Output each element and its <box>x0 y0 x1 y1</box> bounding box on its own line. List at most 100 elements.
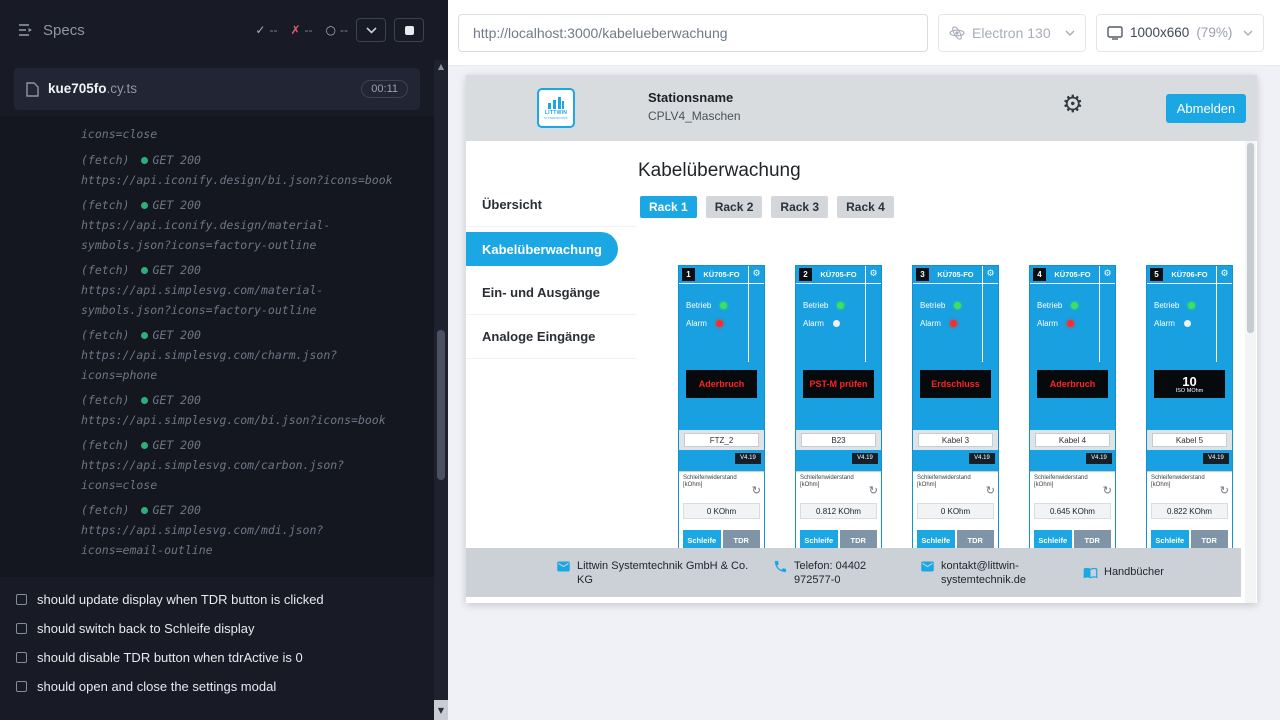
tdr-button[interactable]: TDR <box>957 530 995 548</box>
log-line[interactable]: icons=close <box>81 124 394 144</box>
alarm-indicator: Alarm <box>920 318 998 328</box>
schleife-button[interactable]: Schleife <box>800 530 838 548</box>
tdr-button[interactable]: TDR <box>723 530 761 548</box>
settings-gear-icon[interactable]: ⚙ <box>1062 92 1084 116</box>
tab-rack-1[interactable]: Rack 1 <box>640 196 697 218</box>
betrieb-indicator: Betrieb <box>920 300 998 310</box>
scroll-up-icon[interactable]: ▲ <box>434 62 448 71</box>
footer-company[interactable]: Littwin Systemtechnik GmbH & Co. KG <box>556 559 755 587</box>
log-entry[interactable]: (fetch)GET 200 https://api.iconify.desig… <box>81 150 394 190</box>
sidebar-item-kabelueberwachung[interactable]: Kabelüberwachung <box>466 232 618 266</box>
schleife-button[interactable]: Schleife <box>1034 530 1072 548</box>
scroll-down-icon[interactable]: ▼ <box>434 700 448 720</box>
device-gear-icon[interactable]: ⚙ <box>986 270 994 279</box>
chevron-down-icon <box>366 27 377 34</box>
cable-name-row: B23 <box>796 430 881 450</box>
scrollbar-thumb[interactable] <box>1247 143 1254 333</box>
test-item[interactable]: should open and close the settings modal <box>0 672 434 701</box>
tdr-button[interactable]: TDR <box>1074 530 1112 548</box>
device-gear-icon[interactable]: ⚙ <box>1103 270 1111 279</box>
device-gear-icon[interactable]: ⚙ <box>752 270 760 279</box>
refresh-icon[interactable]: ↻ <box>1220 485 1229 496</box>
schleife-button[interactable]: Schleife <box>683 530 721 548</box>
version-row: V4.19 <box>679 450 764 466</box>
log-entry[interactable]: (fetch)GET 200 https://api.iconify.desig… <box>81 195 394 255</box>
sidebar-item-ein-und-ausgaenge[interactable]: Ein- und Ausgänge <box>466 271 636 315</box>
electron-icon <box>949 25 965 41</box>
status-dot <box>141 267 148 274</box>
aut-viewport: LITTWIN SYSTEMTECHNIK Stationsname CPLV4… <box>448 66 1280 603</box>
stop-button[interactable] <box>394 18 424 42</box>
schleife-button[interactable]: Schleife <box>1151 530 1189 548</box>
device-number: 1 <box>682 268 695 281</box>
status-dot <box>141 157 148 164</box>
url-input[interactable]: http://localhost:3000/kabelueberwachung <box>458 14 928 52</box>
device-card: 1KÜ705-FO⚙ Betrieb Alarm Aderbruch FTZ_2… <box>678 265 765 548</box>
zoom-level: (79%) <box>1196 25 1232 40</box>
test-item[interactable]: should update display when TDR button is… <box>0 585 434 614</box>
book-icon <box>1083 565 1098 580</box>
viewport-selector[interactable]: 1000x660 (79%) <box>1096 14 1264 52</box>
runner-scrollbar[interactable]: ▲ ▼ <box>434 60 448 720</box>
status-display: PST-M prüfen <box>803 370 874 398</box>
scrollbar-thumb[interactable] <box>437 330 445 480</box>
measurement-panel: Schleifenwiderstand [kOhm] ↻ 0.822 KOhm … <box>1147 471 1232 548</box>
measurement-label: Schleifenwiderstand [kOhm] <box>917 475 983 489</box>
betrieb-indicator: Betrieb <box>1154 300 1232 310</box>
logout-button[interactable]: Abmelden <box>1166 94 1246 123</box>
device-gear-icon[interactable]: ⚙ <box>869 270 877 279</box>
device-number: 5 <box>1150 268 1163 281</box>
browser-selector[interactable]: Electron 130 <box>938 14 1086 52</box>
tab-rack-2[interactable]: Rack 2 <box>706 196 763 218</box>
device-model: KÜ706-FO <box>1163 270 1216 279</box>
measurement-label: Schleifenwiderstand [kOhm] <box>1034 475 1100 489</box>
refresh-icon[interactable]: ↻ <box>986 485 995 496</box>
device-model: KÜ705-FO <box>695 270 748 279</box>
log-entry[interactable]: (fetch)GET 200 https://api.simplesvg.com… <box>81 390 394 430</box>
schleife-button[interactable]: Schleife <box>917 530 955 548</box>
cable-name-row: Kabel 3 <box>913 430 998 450</box>
footer-email[interactable]: kontakt@littwin-systemtechnik.de <box>920 559 1065 587</box>
refresh-icon[interactable]: ↻ <box>1103 485 1112 496</box>
refresh-icon[interactable]: ↻ <box>752 485 761 496</box>
measurement-value: 0.812 KOhm <box>800 503 877 519</box>
refresh-icon[interactable]: ↻ <box>869 485 878 496</box>
specs-menu[interactable]: Specs <box>18 22 85 39</box>
firmware-version: V4.19 <box>735 453 761 464</box>
test-icon <box>16 594 27 605</box>
check-icon: ✓ <box>255 23 265 37</box>
screen: Specs ✓-- ✗-- ○-- kue705fo.cy.ts <box>0 0 1280 720</box>
test-item[interactable]: should disable TDR button when tdrActive… <box>0 643 434 672</box>
log-entry[interactable]: (fetch)GET 200 https://api.simplesvg.com… <box>81 500 394 560</box>
tdr-button[interactable]: TDR <box>1191 530 1229 548</box>
status-dot <box>141 202 148 209</box>
stat-passed: ✓-- <box>255 23 277 37</box>
test-icon <box>16 681 27 692</box>
stat-pending: ○-- <box>326 23 348 37</box>
test-item[interactable]: should switch back to Schleife display <box>0 614 434 643</box>
log-entry[interactable]: (fetch)GET 200 https://api.simplesvg.com… <box>81 325 394 385</box>
footer-manuals-link[interactable]: Handbücher <box>1083 565 1164 580</box>
betrieb-indicator: Betrieb <box>1037 300 1115 310</box>
tab-rack-4[interactable]: Rack 4 <box>837 196 894 218</box>
tab-rack-3[interactable]: Rack 3 <box>771 196 828 218</box>
version-row: V4.19 <box>1030 450 1115 466</box>
device-number: 3 <box>916 268 929 281</box>
cable-name-row: Kabel 4 <box>1030 430 1115 450</box>
sidebar-item-analoge-eingaenge[interactable]: Analoge Eingänge <box>466 315 636 359</box>
tdr-button[interactable]: TDR <box>840 530 878 548</box>
preview-scrollbar[interactable] <box>1245 141 1256 603</box>
viewport-icon <box>1107 26 1123 40</box>
sidebar-item-uebersicht[interactable]: Übersicht <box>466 183 636 227</box>
spec-timer: 00:11 <box>361 80 408 98</box>
stat-failed: ✗-- <box>290 23 312 37</box>
spec-file-row[interactable]: kue705fo.cy.ts 00:11 <box>14 68 420 110</box>
collapse-button[interactable] <box>356 18 386 42</box>
log-entry[interactable]: (fetch)GET 200 https://api.simplesvg.com… <box>81 260 394 320</box>
device-card: 3KÜ705-FO⚙ Betrieb Alarm Erdschluss Kabe… <box>912 265 999 548</box>
device-gear-icon[interactable]: ⚙ <box>1220 270 1228 279</box>
measurement-label: Schleifenwiderstand [kOhm] <box>800 475 866 489</box>
log-entry[interactable]: (fetch)GET 200 https://api.simplesvg.com… <box>81 435 394 495</box>
footer-phone[interactable]: Telefon: 04402 972577-0 <box>773 559 902 587</box>
measurement-value: 0.645 KOhm <box>1034 503 1111 519</box>
